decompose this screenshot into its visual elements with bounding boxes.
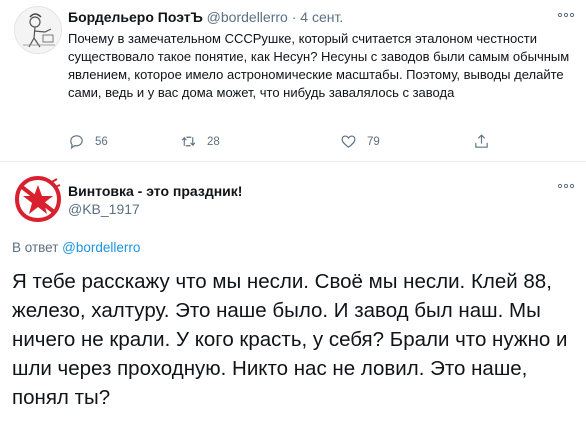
- reply-mention-link[interactable]: @bordellerro: [62, 240, 140, 255]
- like-count: 79: [367, 135, 380, 148]
- poet-sketch-avatar-icon: [15, 7, 61, 53]
- more-options-icon[interactable]: [557, 181, 575, 191]
- more-options-icon[interactable]: [557, 10, 575, 20]
- share-button[interactable]: [473, 133, 500, 150]
- retweet-icon: [181, 136, 196, 147]
- reply-context: В ответ @bordellerro: [12, 240, 140, 255]
- tweet-text: Почему в замечательном СССРушке, который…: [68, 31, 570, 100]
- tweet-date[interactable]: 4 сент.: [300, 9, 343, 25]
- avatar-kb1917[interactable]: [14, 175, 62, 223]
- reply-prefix: В ответ: [12, 240, 63, 255]
- author-name[interactable]: Бордельеро ПоэтЪ: [68, 9, 203, 25]
- reply-icon: [70, 135, 83, 150]
- share-icon: [475, 134, 488, 148]
- tweet-text: Я тебе расскажу что мы несли. Своё мы не…: [12, 270, 568, 409]
- retweet-button[interactable]: 28: [180, 133, 220, 150]
- separator-dot: ·: [291, 9, 297, 25]
- reply-count: 56: [95, 135, 108, 148]
- avatar-bordellerro[interactable]: [14, 6, 62, 54]
- reply-button[interactable]: 56: [68, 133, 108, 150]
- author-name[interactable]: Винтовка - это праздник!: [68, 183, 242, 199]
- tweet-header: Бордельеро ПоэтЪ @bordellerro · 4 сент.: [68, 9, 343, 25]
- heart-icon: [341, 135, 356, 148]
- tweet-original[interactable]: Бордельеро ПоэтЪ @bordellerro · 4 сент. …: [0, 0, 586, 162]
- red-star-circle-avatar-icon: [14, 175, 62, 223]
- retweet-count: 28: [207, 135, 220, 148]
- author-handle[interactable]: @KB_1917: [68, 201, 140, 217]
- tweet-actions: 56 28 79: [68, 133, 498, 151]
- author-handle[interactable]: @bordellerro: [207, 9, 288, 25]
- like-button[interactable]: 79: [340, 133, 380, 150]
